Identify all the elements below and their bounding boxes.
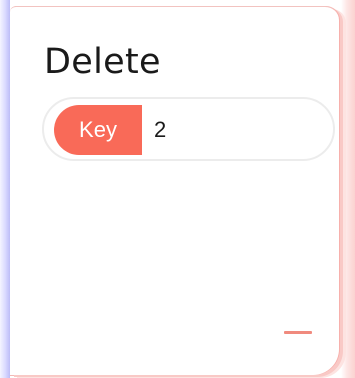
card-shadow-edge [341,0,355,378]
minimize-button[interactable] [280,325,316,341]
background-window-edge [0,0,10,378]
minus-icon [284,331,312,334]
panel-title: Delete [44,42,161,82]
key-value-field: Key [42,97,335,161]
key-label: Key [54,105,142,155]
key-input[interactable] [142,105,333,155]
delete-panel: Delete Key [10,6,339,375]
screen: Delete Key [0,0,355,378]
